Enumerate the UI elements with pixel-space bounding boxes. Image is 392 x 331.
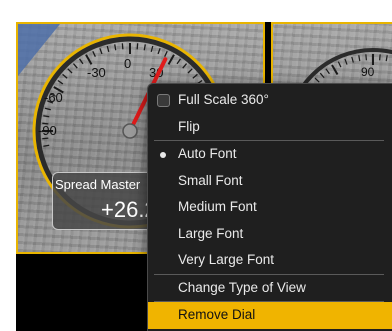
dial-tick <box>62 73 68 79</box>
menu-item-label: Flip <box>178 118 200 134</box>
dial-tick <box>157 48 161 55</box>
menu-item-label: Full Scale 360° <box>178 92 269 107</box>
menu-item-label: Auto Font <box>178 146 237 161</box>
dial-tick <box>164 50 168 57</box>
dial-tick <box>92 50 96 57</box>
dial-tick <box>44 107 51 111</box>
dial-tick <box>379 54 381 61</box>
dial-scale-label: 0 <box>124 56 131 71</box>
menu-item-label: Remove Dial <box>178 307 256 322</box>
dial-tick <box>176 58 182 65</box>
dial-tick <box>43 115 50 118</box>
menu-item-remove-dial[interactable]: Remove Dial <box>148 302 392 329</box>
dial-scale-label: -30 <box>87 65 106 80</box>
dial-tick <box>192 73 198 79</box>
dial-tick <box>325 68 330 75</box>
menu-item-label: Change Type of View <box>178 279 306 295</box>
menu-item-flip[interactable]: Flip <box>148 114 392 141</box>
dial-tick <box>187 68 193 74</box>
menu-item-change-view[interactable]: Change Type of View <box>148 275 392 302</box>
menu-item-label: Medium Font <box>178 199 257 214</box>
dial-tick <box>358 55 361 62</box>
dial-tick <box>167 54 175 65</box>
dial-scale-label: 90 <box>361 65 375 79</box>
dial-tick <box>85 54 93 65</box>
menu-item-very-large-font[interactable]: Very Large Font <box>148 247 392 274</box>
dial-tick <box>365 54 367 61</box>
menu-item-full-scale[interactable]: Full Scale 360° <box>148 87 392 114</box>
readout-label: Spread Master <box>55 177 141 192</box>
dial-tick <box>121 43 124 50</box>
dial-tick <box>314 77 320 83</box>
dial-tick <box>351 56 354 63</box>
dial-tick <box>67 68 73 74</box>
selected-bullet-icon <box>160 152 166 158</box>
dial-tick <box>57 79 64 85</box>
checkbox-icon[interactable] <box>157 93 170 107</box>
dial-tick <box>72 63 78 69</box>
dial-tick <box>385 55 388 62</box>
menu-item-label: Large Font <box>178 225 244 241</box>
dial-scale-label: -90 <box>38 123 57 138</box>
dial-hub <box>122 123 138 139</box>
dial-tick <box>42 137 49 140</box>
menu-item-medium-font[interactable]: Medium Font <box>148 194 392 221</box>
menu-item-label: Very Large Font <box>178 252 275 267</box>
dial-scale-label: -60 <box>44 90 63 105</box>
dial-tick <box>143 44 146 51</box>
dial-tick <box>99 48 103 55</box>
dial-context-menu: Full Scale 360° Flip Auto Font Small Fon… <box>147 83 392 331</box>
dial-tick <box>136 43 139 50</box>
menu-item-label: Small Font <box>178 172 243 188</box>
dial-tick <box>319 72 325 79</box>
dial-tick <box>182 63 188 69</box>
dial-tick <box>78 58 84 65</box>
dial-tick <box>43 144 50 147</box>
menu-item-large-font[interactable]: Large Font <box>148 221 392 248</box>
dial-tick <box>337 61 342 68</box>
dial-tick <box>106 45 110 52</box>
dial-tick <box>150 45 154 52</box>
dial-tick <box>344 58 348 65</box>
dial-tick <box>331 64 339 76</box>
menu-item-small-font[interactable]: Small Font <box>148 168 392 195</box>
menu-item-auto-font[interactable]: Auto Font <box>148 141 392 168</box>
dial-tick <box>114 44 117 51</box>
